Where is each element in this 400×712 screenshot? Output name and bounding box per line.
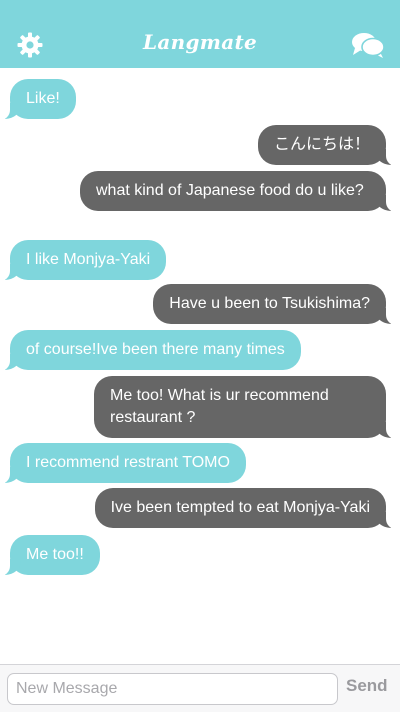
chat-bubbles-icon: [352, 33, 385, 58]
chats-button[interactable]: [351, 31, 385, 59]
message-bubble: Me too!!: [0, 535, 100, 576]
message-list[interactable]: Like! こんにちは！ what kind of Japanese food …: [0, 68, 400, 664]
message-bubble: こんにちは！: [257, 125, 397, 166]
message-bubble: Ive been tempted to eat Monjya-Yaki: [94, 488, 397, 529]
message-bubble: Have u been to Tsukishima?: [153, 284, 396, 325]
message-bubble: what kind of Japanese food do u like?: [80, 171, 396, 212]
composer-bar: Send: [0, 664, 400, 712]
app-header: Langmate: [0, 0, 400, 68]
message-input[interactable]: [7, 673, 338, 705]
message-bubble: I like Monjya-Yaki: [0, 240, 167, 281]
message-bubble: Like!: [0, 79, 76, 120]
message-bubble: of course!Ive been there many times: [0, 330, 301, 371]
send-button[interactable]: Send: [346, 676, 388, 696]
app-title: Langmate: [142, 30, 258, 54]
message-bubble: Me too! What is ur recommend restaurant …: [94, 376, 396, 439]
message-bubble: I recommend restrant TOMO: [0, 443, 246, 484]
